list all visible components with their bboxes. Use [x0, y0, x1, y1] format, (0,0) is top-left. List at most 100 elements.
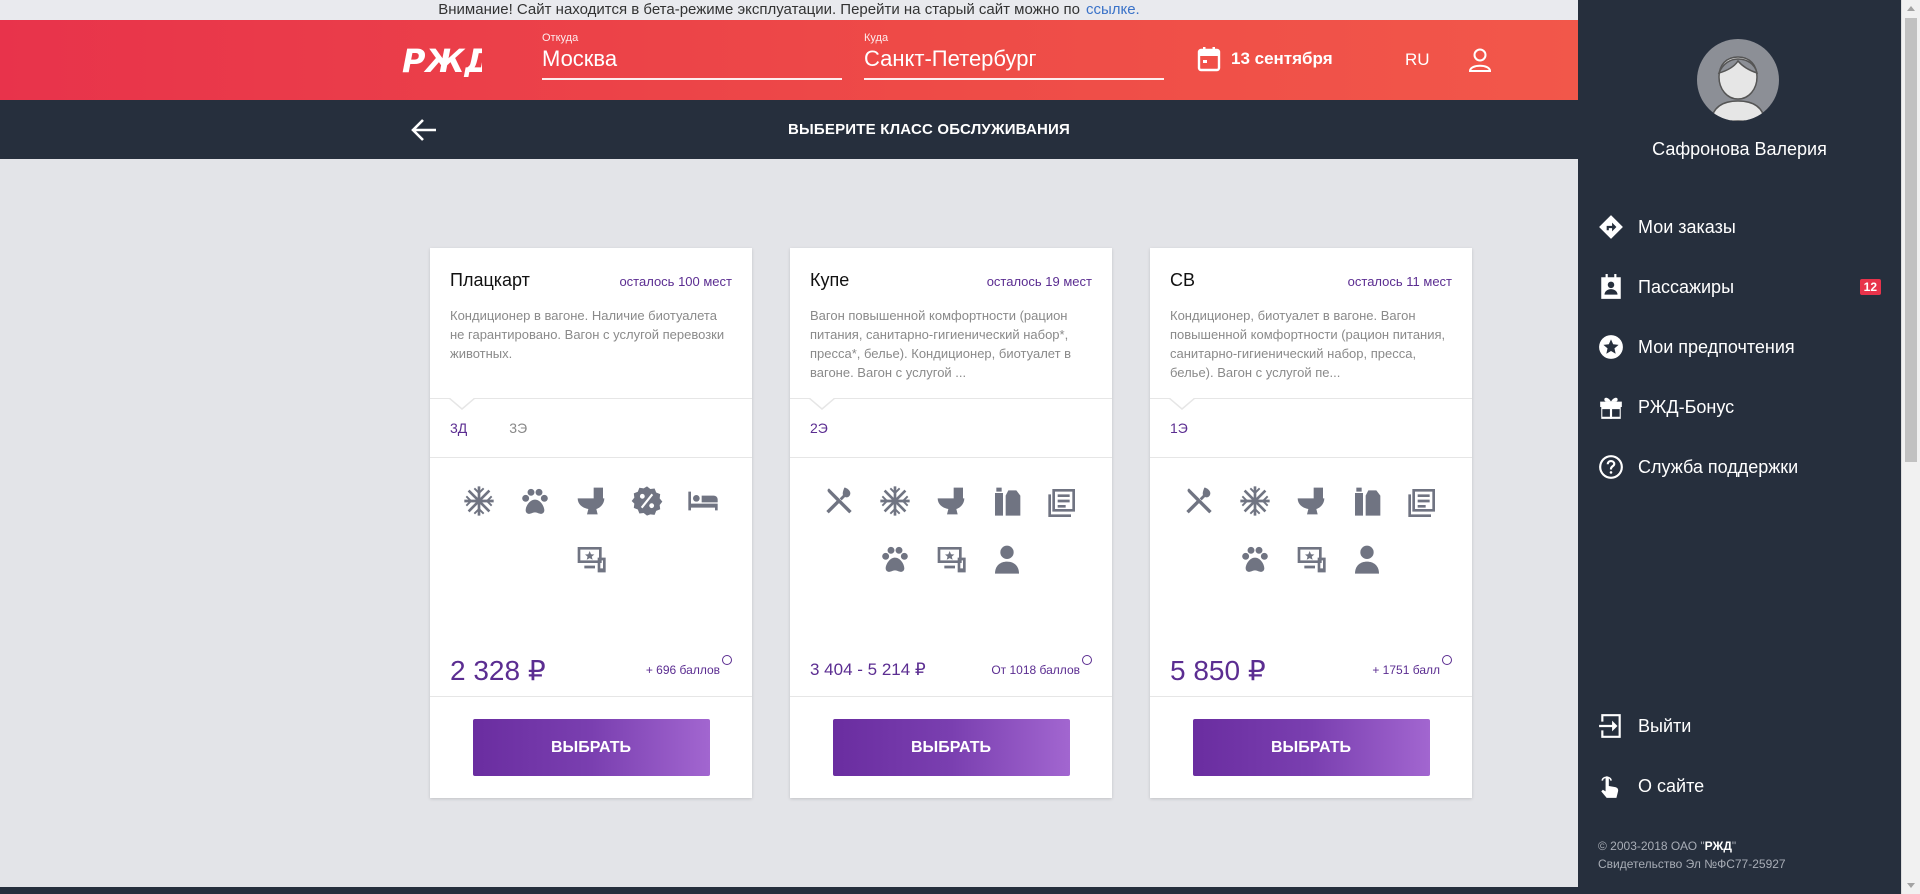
- old-site-link[interactable]: ссылке.: [1086, 1, 1140, 18]
- help-icon: [1599, 455, 1623, 479]
- select-button[interactable]: ВЫБРАТЬ: [1192, 719, 1430, 776]
- car-type-tabs: 1Э: [1150, 397, 1472, 458]
- cutlery-icon: [811, 472, 867, 530]
- hygiene-kit-icon: [979, 472, 1035, 530]
- language-selector[interactable]: RU: [1405, 50, 1430, 70]
- menu-label: РЖД-Бонус: [1638, 396, 1735, 417]
- sub-header: ВЫБЕРИТЕ КЛАСС ОБСЛУЖИВАНИЯ: [0, 100, 1578, 159]
- page-title: ВЫБЕРИТЕ КЛАСС ОБСЛУЖИВАНИЯ: [787, 121, 1070, 138]
- touch-icon: [1601, 776, 1619, 798]
- menu-logout[interactable]: Выйти: [1598, 696, 1881, 756]
- svg-text:РЖД: РЖД: [402, 42, 482, 80]
- scroll-up-arrow-icon[interactable]: [1907, 6, 1915, 11]
- tab-3e[interactable]: 3Э: [509, 420, 527, 436]
- tab-1e[interactable]: 1Э: [1170, 420, 1188, 436]
- class-card-kupe: Купе осталось 19 мест Вагон повышенной к…: [790, 248, 1112, 798]
- from-label: Откуда: [542, 32, 579, 44]
- snowflake-icon: [867, 472, 923, 530]
- scroll-thumb[interactable]: [1905, 18, 1917, 462]
- beta-banner-text: Внимание! Сайт находится в бета-режиме э…: [438, 1, 1080, 18]
- toilet-icon: [1283, 472, 1339, 530]
- star-icon: [1599, 335, 1623, 359]
- person-icon: [979, 530, 1035, 588]
- select-button[interactable]: ВЫБРАТЬ: [472, 719, 710, 776]
- menu-label: Мои заказы: [1638, 216, 1736, 237]
- select-button[interactable]: ВЫБРАТЬ: [832, 719, 1070, 776]
- menu-my-orders[interactable]: Мои заказы: [1598, 197, 1881, 257]
- menu-label: О сайте: [1638, 775, 1705, 796]
- paw-icon: [1227, 530, 1283, 588]
- car-type-tabs: 3Д 3Э: [430, 397, 752, 458]
- hygiene-kit-icon: [1339, 472, 1395, 530]
- tab-3d[interactable]: 3Д: [450, 420, 467, 436]
- bonus-points[interactable]: От 1018 баллов: [991, 655, 1092, 677]
- amenities: [430, 458, 752, 658]
- seats-left: осталось 19 мест: [986, 274, 1092, 289]
- price: 3 404 - 5 214 ₽: [810, 660, 926, 679]
- paw-icon: [507, 472, 563, 530]
- user-side-panel: Сафронова Валерия Мои заказы Пассажиры 1…: [1578, 0, 1901, 894]
- license-text: Свидетельство Эл №ФС77-25927: [1598, 857, 1786, 871]
- class-card-platskart: Плацкарт осталось 100 мест Кондиционер в…: [430, 248, 752, 798]
- directions-icon: [1599, 215, 1623, 239]
- footer-edge: [0, 887, 1578, 894]
- class-description: Вагон повышенной комфортности (рацион пи…: [810, 308, 1072, 380]
- menu-preferences[interactable]: Мои предпочтения: [1598, 317, 1881, 377]
- menu-label: Служба поддержки: [1638, 456, 1799, 477]
- date-value: 13 сентября: [1231, 49, 1333, 68]
- car-type-tabs: 2Э: [790, 397, 1112, 458]
- snowflake-icon: [1227, 472, 1283, 530]
- snowflake-icon: [451, 472, 507, 530]
- class-name: Купе: [810, 270, 850, 290]
- logout-icon: [1599, 714, 1621, 738]
- date-picker[interactable]: 13 сентября: [1197, 46, 1333, 72]
- price: 5 850 ₽: [1170, 654, 1266, 686]
- header-bar: РЖД Откуда Москва Куда Санкт-Петербург 1…: [0, 20, 1578, 100]
- menu-support[interactable]: Служба поддержки: [1598, 437, 1881, 497]
- avatar-face-icon: [1710, 56, 1766, 121]
- page-scrollbar[interactable]: [1901, 0, 1920, 894]
- menu-passengers[interactable]: Пассажиры 12: [1598, 257, 1881, 317]
- scroll-down-arrow-icon[interactable]: [1907, 883, 1915, 888]
- media-icon: [563, 530, 619, 588]
- copyright: © 2003-2018 ОАО "РЖД" Свидетельство Эл №…: [1598, 839, 1786, 871]
- from-input[interactable]: Москва: [542, 46, 842, 72]
- bonus-points[interactable]: + 696 баллов: [646, 655, 733, 677]
- discount-icon: [619, 472, 675, 530]
- gift-icon: [1600, 397, 1622, 419]
- passengers-count-badge: 12: [1859, 279, 1881, 295]
- seats-left: осталось 11 мест: [1347, 274, 1452, 289]
- menu-rzd-bonus[interactable]: РЖД-Бонус: [1598, 377, 1881, 437]
- bonus-points[interactable]: + 1751 балл: [1372, 655, 1452, 677]
- user-menu: Мои заказы Пассажиры 12 Мои предпочтения…: [1598, 197, 1881, 497]
- to-label: Куда: [864, 32, 889, 44]
- to-input[interactable]: Санкт-Петербург: [864, 46, 1164, 72]
- menu-label: Выйти: [1638, 715, 1692, 736]
- newspaper-icon: [1035, 472, 1091, 530]
- class-description: Кондиционер, биотуалет в вагоне. Вагон п…: [1170, 308, 1446, 380]
- class-description: Кондиционер в вагоне. Наличие биотуалета…: [450, 308, 725, 361]
- menu-about[interactable]: О сайте: [1598, 756, 1881, 816]
- menu-label: Мои предпочтения: [1638, 336, 1795, 357]
- newspaper-icon: [1395, 472, 1451, 530]
- amenities: [790, 458, 1112, 658]
- to-field[interactable]: Куда Санкт-Петербург: [864, 32, 1164, 80]
- rzd-logo[interactable]: РЖД: [402, 40, 482, 80]
- avatar[interactable]: [1697, 39, 1779, 121]
- seats-left: осталось 100 мест: [619, 274, 732, 289]
- user-icon[interactable]: [1468, 47, 1492, 73]
- class-name: СВ: [1170, 270, 1196, 290]
- class-name: Плацкарт: [450, 270, 530, 290]
- user-menu-bottom: Выйти О сайте: [1598, 696, 1881, 816]
- price: 2 328 ₽: [450, 654, 546, 686]
- beta-banner: Внимание! Сайт находится в бета-режиме э…: [0, 0, 1578, 20]
- user-name: Сафронова Валерия: [1652, 139, 1827, 159]
- calendar-icon: [1197, 47, 1221, 72]
- menu-label: Пассажиры: [1638, 276, 1735, 297]
- class-card-sv: СВ осталось 11 мест Кондиционер, биотуал…: [1150, 248, 1472, 798]
- from-field[interactable]: Откуда Москва: [542, 32, 842, 80]
- toilet-icon: [923, 472, 979, 530]
- tab-2e[interactable]: 2Э: [810, 420, 828, 436]
- bed-icon: [675, 472, 731, 530]
- toilet-icon: [563, 472, 619, 530]
